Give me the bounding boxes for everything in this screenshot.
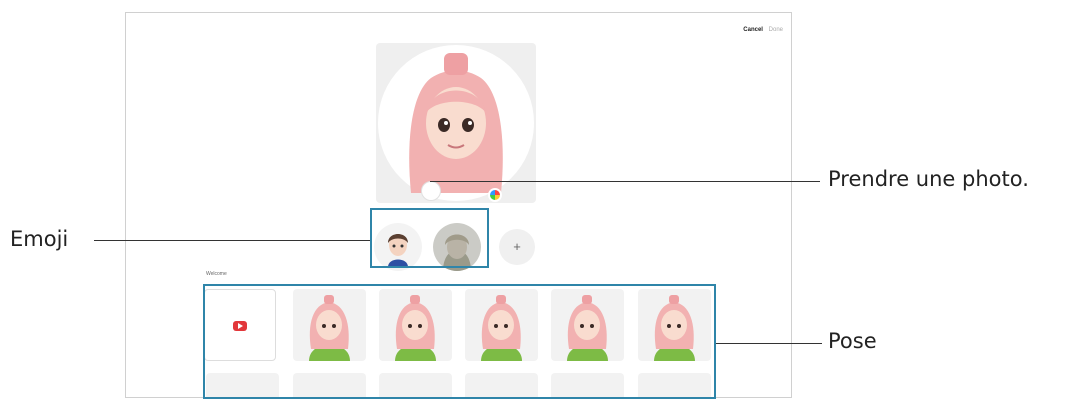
pose-section-label: Welcome — [206, 271, 227, 277]
pose-callout-label: Pose — [828, 329, 877, 353]
emoji-highlight-box — [370, 208, 489, 268]
pose-highlight-box — [203, 284, 716, 399]
done-button[interactable]: Done — [769, 27, 783, 33]
pose-callout-line — [716, 343, 822, 344]
color-palette-icon[interactable] — [488, 188, 502, 202]
emoji-callout-line — [94, 240, 370, 241]
cancel-button[interactable]: Cancel — [743, 27, 763, 33]
avatar-preview — [376, 43, 536, 203]
photo-callout-label: Prendre une photo. — [828, 167, 1029, 191]
add-emoji-button[interactable]: + — [499, 229, 535, 265]
shutter-button-icon[interactable] — [421, 181, 441, 201]
photo-callout-line — [430, 181, 820, 182]
top-actions: Cancel Done — [739, 27, 783, 33]
emoji-callout-label: Emoji — [10, 227, 69, 251]
